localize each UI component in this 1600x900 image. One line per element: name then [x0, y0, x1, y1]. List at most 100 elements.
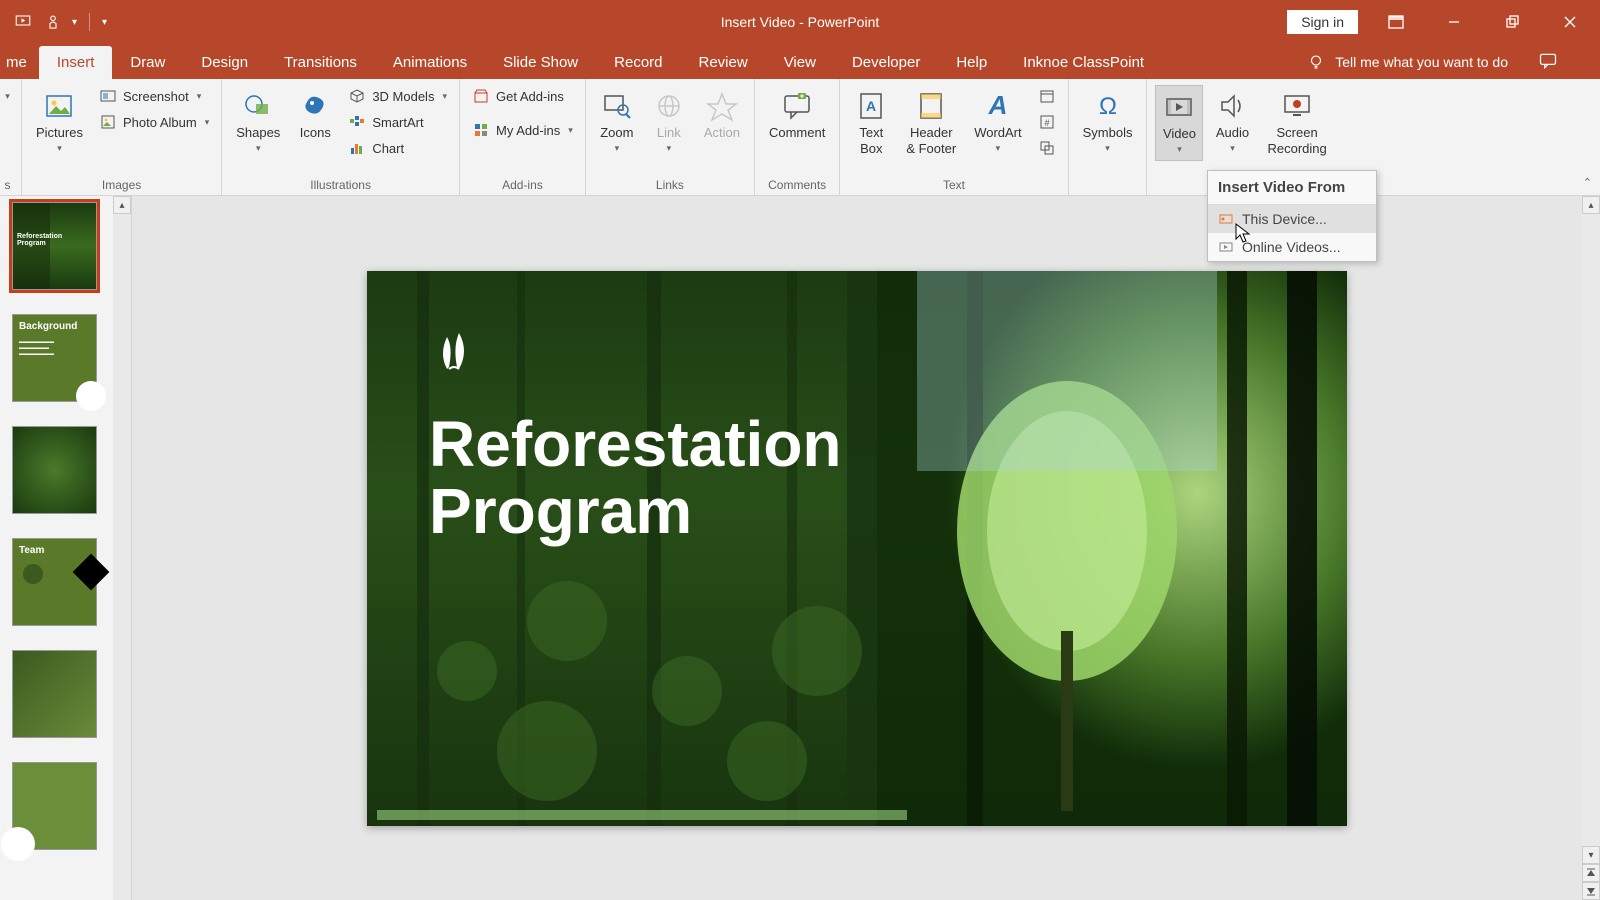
- images-group-label: Images: [102, 176, 141, 195]
- close-icon[interactable]: [1550, 2, 1590, 42]
- screenshot-icon: [99, 87, 117, 105]
- next-slide-icon[interactable]: [1582, 882, 1600, 900]
- zoom-icon: [600, 89, 634, 123]
- screenshot-button[interactable]: Screenshot▾: [95, 85, 213, 107]
- chart-button[interactable]: Chart: [344, 137, 451, 159]
- links-group-label: Links: [656, 176, 684, 195]
- svg-text:A: A: [866, 98, 876, 114]
- link-icon: [652, 89, 686, 123]
- shapes-button[interactable]: Shapes▾: [230, 85, 286, 159]
- slides-group-label: s: [5, 176, 11, 195]
- slide-number-button[interactable]: #: [1034, 111, 1060, 133]
- photo-album-button[interactable]: Photo Album▾: [95, 111, 213, 133]
- insert-video-menu-header: Insert Video From: [1208, 171, 1376, 205]
- header-footer-button[interactable]: Header & Footer: [900, 85, 962, 162]
- tab-home-partial[interactable]: me: [0, 46, 39, 79]
- canvas-scrollbar[interactable]: ▴ ▾: [1582, 196, 1600, 900]
- scroll-up-icon[interactable]: ▴: [1582, 196, 1600, 214]
- video-button[interactable]: Video▾: [1155, 85, 1203, 161]
- smartart-icon: [348, 113, 366, 131]
- slide-thumbnail-2[interactable]: Background ▬▬▬▬▬▬▬▬▬▬▬▬▬▬▬▬▬▬▬▬: [12, 314, 97, 402]
- scroll-up-icon[interactable]: ▴: [113, 196, 131, 214]
- pictures-button[interactable]: Pictures▾: [30, 85, 89, 159]
- ribbon-tabs: me Insert Draw Design Transitions Animat…: [0, 44, 1600, 79]
- online-video-icon: [1218, 239, 1234, 255]
- symbols-button[interactable]: Ω Symbols▾: [1077, 85, 1139, 159]
- smartart-button[interactable]: SmartArt: [344, 111, 451, 133]
- tab-draw[interactable]: Draw: [112, 46, 183, 79]
- minimize-icon[interactable]: [1434, 2, 1474, 42]
- tab-animations[interactable]: Animations: [375, 46, 485, 79]
- object-icon: [1038, 139, 1056, 157]
- thumbnail-scrollbar[interactable]: ▴: [113, 196, 131, 900]
- tab-developer[interactable]: Developer: [834, 46, 938, 79]
- slideshow-from-beginning-icon[interactable]: [12, 11, 34, 33]
- addins-group-label: Add-ins: [502, 176, 543, 195]
- action-button: Action: [698, 85, 746, 145]
- text-box-button[interactable]: A Text Box: [848, 85, 894, 162]
- insert-video-menu: Insert Video From This Device... Online …: [1207, 170, 1377, 262]
- previous-slide-icon[interactable]: [1582, 864, 1600, 882]
- ribbon-display-options-icon[interactable]: [1376, 2, 1416, 42]
- slide-title[interactable]: Reforestation Program: [429, 411, 842, 545]
- link-button: Link▾: [646, 85, 692, 159]
- object-button[interactable]: [1034, 137, 1060, 159]
- slide-thumbnail-4[interactable]: Team: [12, 538, 97, 626]
- svg-text:Ω: Ω: [1099, 93, 1117, 120]
- tab-design[interactable]: Design: [183, 46, 266, 79]
- sign-in-button[interactable]: Sign in: [1287, 10, 1358, 34]
- shapes-icon: [241, 89, 275, 123]
- tab-record[interactable]: Record: [596, 46, 680, 79]
- slide-thumbnail-5[interactable]: [12, 650, 97, 738]
- tab-review[interactable]: Review: [681, 46, 766, 79]
- date-time-icon: [1038, 87, 1056, 105]
- video-this-device-item[interactable]: This Device...: [1208, 205, 1376, 233]
- my-addins-button[interactable]: My Add-ins▾: [468, 119, 577, 141]
- scroll-down-icon[interactable]: ▾: [1582, 846, 1600, 864]
- slide-thumbnail-1[interactable]: ReforestationProgram: [12, 202, 97, 290]
- text-group-label: Text: [943, 176, 965, 195]
- qat-dropdown-icon[interactable]: ▾: [72, 17, 77, 28]
- lightbulb-icon: [1307, 53, 1325, 71]
- tab-inknoe-classpoint[interactable]: Inknoe ClassPoint: [1005, 46, 1162, 79]
- tab-slide-show[interactable]: Slide Show: [485, 46, 596, 79]
- slide-canvas-area[interactable]: Reforestation Program: [132, 196, 1582, 900]
- illustrations-group-label: Illustrations: [310, 176, 371, 195]
- comments-pane-icon[interactable]: [1538, 51, 1560, 73]
- slide-thumbnail-panel: ReforestationProgram Background ▬▬▬▬▬▬▬▬…: [0, 196, 132, 900]
- audio-button[interactable]: Audio▾: [1209, 85, 1255, 159]
- icons-button[interactable]: Icons: [292, 85, 338, 145]
- slide-thumbnail-6[interactable]: [12, 762, 97, 850]
- audio-icon: [1215, 89, 1249, 123]
- new-slide-partial[interactable]: ▾: [3, 85, 13, 106]
- slide-number-icon: #: [1038, 113, 1056, 131]
- comments-group-label: Comments: [768, 176, 826, 195]
- svg-text:A: A: [988, 90, 1008, 120]
- tab-insert[interactable]: Insert: [39, 46, 113, 79]
- screen-recording-button[interactable]: Screen Recording: [1261, 85, 1332, 162]
- comment-icon: [780, 89, 814, 123]
- comment-button[interactable]: Comment: [763, 85, 831, 145]
- tab-view[interactable]: View: [766, 46, 834, 79]
- collapse-ribbon-icon[interactable]: ⌃: [1583, 176, 1592, 189]
- video-online-item[interactable]: Online Videos...: [1208, 233, 1376, 261]
- slide-accent-bar: [377, 810, 907, 820]
- leaf-logo-icon: [429, 329, 479, 373]
- get-addins-button[interactable]: Get Add-ins: [468, 85, 577, 107]
- 3d-models-button[interactable]: 3D Models▾: [344, 85, 451, 107]
- slide-thumbnail-3[interactable]: [12, 426, 97, 514]
- symbols-group-label: [1106, 176, 1109, 195]
- tab-help[interactable]: Help: [938, 46, 1005, 79]
- slide[interactable]: Reforestation Program: [367, 271, 1347, 826]
- tab-transitions[interactable]: Transitions: [266, 46, 375, 79]
- video-icon: [1162, 90, 1196, 124]
- window-title: Insert Video - PowerPoint: [721, 14, 880, 30]
- svg-text:#: #: [1044, 118, 1049, 128]
- wordart-button[interactable]: A WordArt▾: [968, 85, 1027, 159]
- touch-mouse-mode-icon[interactable]: [42, 11, 64, 33]
- qat-customize-icon[interactable]: ▾: [102, 17, 107, 28]
- restore-icon[interactable]: [1492, 2, 1532, 42]
- zoom-button[interactable]: Zoom▾: [594, 85, 640, 159]
- tell-me-search[interactable]: Tell me what you want to do: [1335, 54, 1508, 70]
- date-time-button[interactable]: [1034, 85, 1060, 107]
